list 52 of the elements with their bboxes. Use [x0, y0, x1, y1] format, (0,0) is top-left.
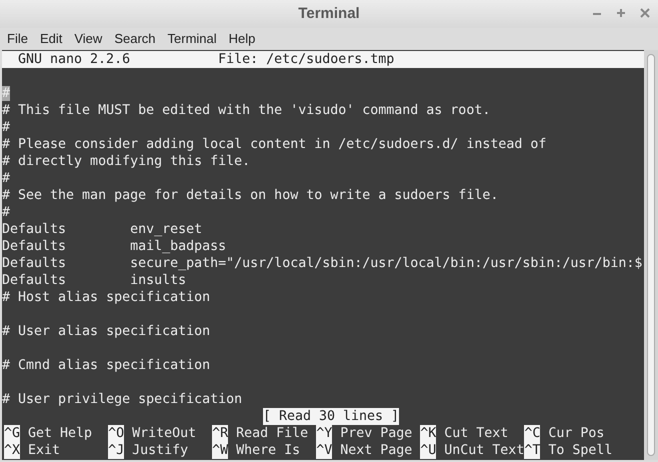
shortcut-key: ^C: [524, 425, 540, 442]
shortcut-label: Justify: [132, 442, 188, 459]
shortcut-key: ^V: [316, 442, 332, 459]
menu-item[interactable]: Help: [228, 29, 256, 49]
shortcut-key: ^W: [212, 442, 228, 459]
code-line: Defaults env_reset: [2, 222, 202, 237]
shortcut-label: Read File: [236, 425, 308, 442]
shortcut-label: Cut Text: [444, 425, 508, 442]
shortcut-key: ^R: [212, 425, 228, 442]
shortcut-key: ^K: [420, 425, 436, 442]
shortcut-label: Where Is: [236, 442, 300, 459]
code-line: Defaults secure_path="/usr/local/sbin:/usr/local/bin:/usr/sbin:/usr/bin:$: [2, 256, 642, 271]
shortcut-label: Next Page: [340, 442, 412, 459]
shortcut-label: Prev Page: [340, 425, 412, 442]
shortcut-label: Cur Pos: [548, 425, 604, 442]
status-message: [ Read 30 lines ]: [262, 408, 400, 425]
code-line: #: [2, 171, 10, 186]
code-line: # See the man page for details on how to write a sudoers file.: [2, 188, 498, 203]
menu-item[interactable]: Edit: [40, 29, 62, 49]
shortcut-key: ^G: [4, 425, 20, 442]
menu-item[interactable]: Terminal: [168, 29, 217, 49]
file-name: File: /etc/sudoers.tmp: [218, 51, 394, 68]
shortcut-key: ^X: [4, 442, 20, 459]
code-line: # User privilege specification: [2, 392, 242, 407]
code-line: #: [2, 86, 10, 101]
shortcut-label: WriteOut: [132, 425, 196, 442]
shortcut-key: ^O: [108, 425, 124, 442]
code-line: # User alias specification: [2, 324, 210, 339]
shortcut-key: ^J: [108, 442, 124, 459]
shortcut-label: Exit: [28, 442, 60, 459]
code-line: # Please consider adding local content in /etc/sudoers.d/ instead of: [2, 137, 546, 152]
program-version: GNU nano 2.2.6: [18, 51, 132, 68]
code-line: Defaults mail_badpass: [2, 239, 226, 254]
shortcut-key: ^U: [420, 442, 436, 459]
shortcut-label: UnCut Text: [444, 442, 524, 459]
shortcut-key: ^Y: [316, 425, 332, 442]
menu-item[interactable]: View: [74, 29, 102, 49]
close-icon[interactable]: [640, 6, 650, 20]
code-line: # Cmnd alias specification: [2, 358, 210, 373]
code-line: # Host alias specification: [2, 290, 210, 305]
menu-item[interactable]: File: [7, 29, 28, 49]
code-line: #: [2, 205, 10, 220]
shortcut-label: Get Help: [28, 425, 92, 442]
menu-item[interactable]: Search: [114, 29, 156, 49]
shortcut-label: To Spell: [548, 442, 612, 459]
maximize-icon[interactable]: [616, 6, 626, 20]
code-line: Defaults insults: [2, 273, 186, 288]
code-line: # directly modifying this file.: [2, 154, 250, 169]
window-title: Terminal: [298, 4, 360, 24]
scrollbar[interactable]: [644, 50, 658, 460]
code-line: #: [2, 120, 10, 135]
code-line: # This file MUST be edited with the 'visudo' command as root.: [2, 103, 490, 118]
